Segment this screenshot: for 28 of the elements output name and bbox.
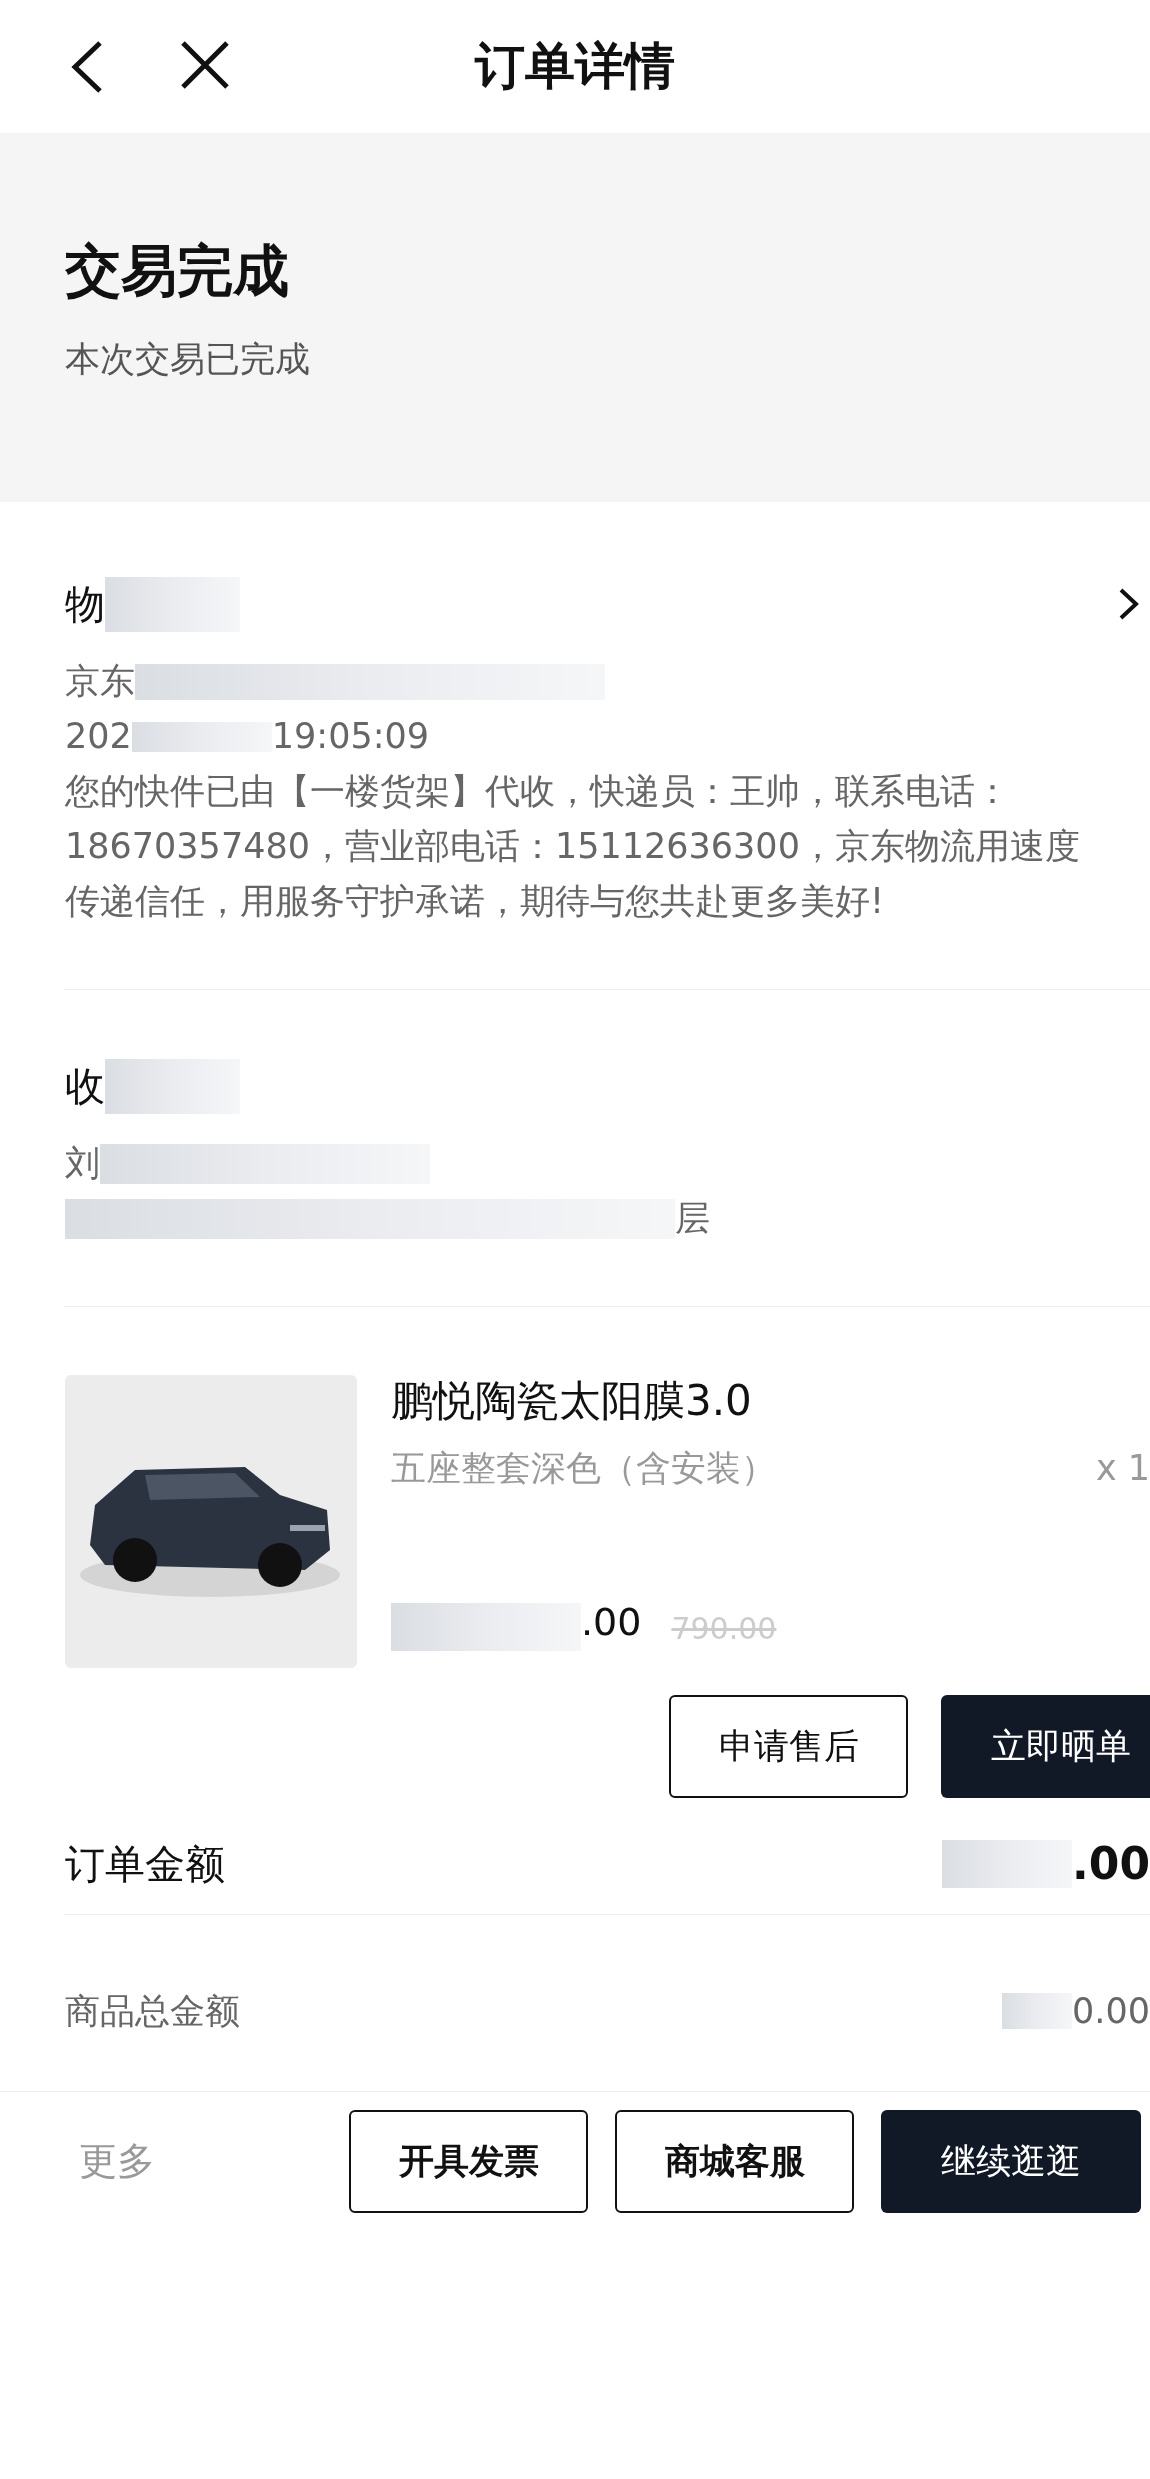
status-title: 交易完成 xyxy=(65,243,290,299)
tracking-time: 202 xyxy=(65,715,132,758)
action-button[interactable]: 商城客服 xyxy=(615,2110,854,2213)
price: .00 xyxy=(581,1599,642,1646)
back-icon[interactable] xyxy=(70,40,104,94)
status-subtitle: 本次交易已完成 xyxy=(65,338,311,381)
recipient-name: 刘 xyxy=(65,1142,100,1185)
address-text: 层 xyxy=(675,1197,710,1240)
action-button[interactable]: 开具发票 xyxy=(349,2110,588,2213)
page-title: 订单详情 xyxy=(475,36,675,97)
order-amount-label: 订单金额 xyxy=(65,1840,225,1889)
close-icon[interactable] xyxy=(180,40,230,90)
section-title: 收 xyxy=(65,1062,105,1111)
quantity: x 1 xyxy=(1095,1446,1150,1490)
goods-total-label: 商品总金额 xyxy=(65,1989,240,2033)
tracking-time: 19:05:09 xyxy=(271,715,429,758)
after-sales-button[interactable]: 申请售后 xyxy=(669,1695,908,1798)
product-name: 鹏悦陶瓷太阳膜3.0 xyxy=(391,1375,753,1427)
carrier-name: 京东 xyxy=(65,660,135,703)
action-button[interactable]: 继续逛逛 xyxy=(881,2110,1141,2213)
order-amount: .00 xyxy=(1072,1837,1150,1891)
product-spec: 五座整套深色（含安装） xyxy=(391,1446,776,1490)
share-review-button[interactable]: 立即晒单 xyxy=(941,1695,1150,1798)
chevron-right-icon[interactable] xyxy=(1118,587,1140,621)
goods-total: 0.00 xyxy=(1072,1989,1150,2033)
section-title: 物 xyxy=(65,580,105,629)
tracking-message: 您的快件已由【一楼货架】代收，快递员：王帅，联系电话：18670357480，营业部电话：15112636300，京东物流用速度传递信任，用服务守护承诺，期待与您共赴更多美好! xyxy=(65,770,1081,923)
pixelated-redaction xyxy=(1002,1993,1073,2029)
